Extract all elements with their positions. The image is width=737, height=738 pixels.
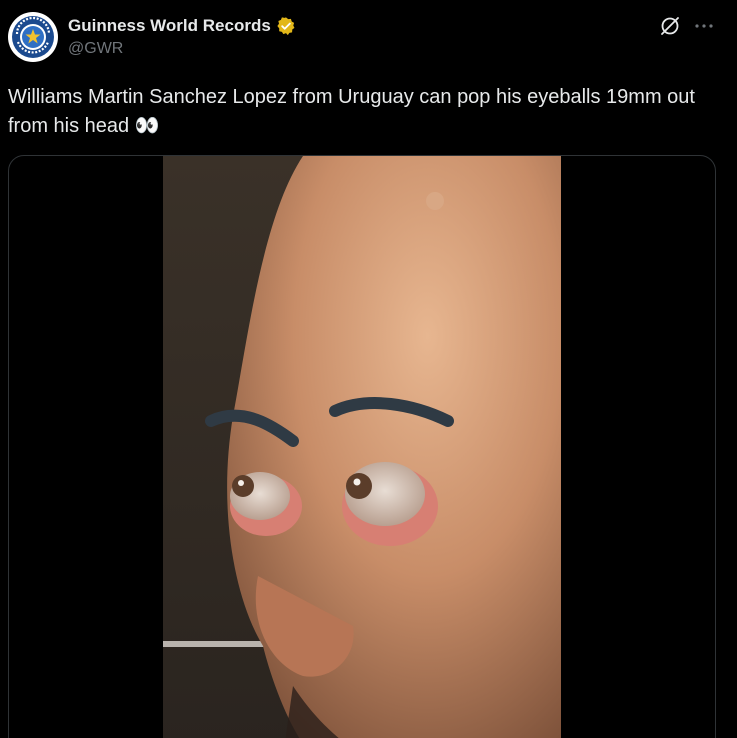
tweet-text: Williams Martin Sanchez Lopez from Urugu…: [8, 83, 728, 141]
photo-close-up-face: [163, 156, 561, 738]
tweet-media[interactable]: [8, 155, 716, 738]
grok-icon[interactable]: [659, 15, 681, 37]
verified-badge-icon[interactable]: [276, 16, 296, 36]
tweet: Guinness World Records @GWR Williams Mar…: [0, 0, 737, 738]
handle[interactable]: @GWR: [68, 40, 123, 58]
more-options-icon[interactable]: [690, 12, 718, 40]
author-name-row: Guinness World Records: [68, 14, 296, 38]
eyes-emoji: 👀: [134, 115, 160, 137]
display-name[interactable]: Guinness World Records: [68, 16, 271, 36]
tweet-body: Williams Martin Sanchez Lopez from Urugu…: [8, 86, 695, 137]
guinness-logo-icon: [9, 13, 57, 61]
avatar[interactable]: [8, 12, 58, 62]
media-photo[interactable]: [163, 156, 561, 738]
